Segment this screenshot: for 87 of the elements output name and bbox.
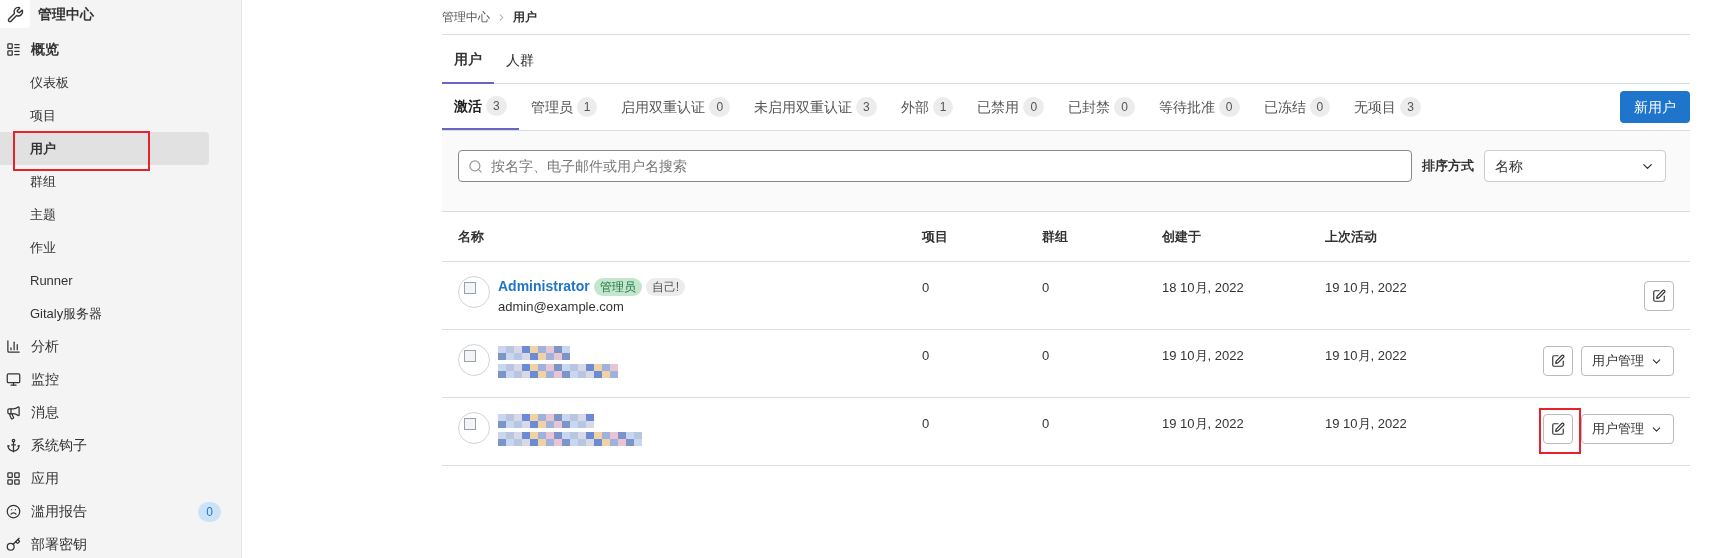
count-badge: 0 [709,97,731,117]
sidebar-item[interactable]: Runner [0,264,209,297]
count-badge: 1 [932,97,954,117]
table-cell-text: 19 10月, 2022 [1325,415,1408,433]
list-icon [6,42,21,57]
column-header: 群组 [1042,227,1069,246]
filter-tab[interactable]: 等待批准 0 [1146,84,1252,130]
user-email: admin@example.com [498,298,625,316]
edit-icon [1652,289,1666,303]
filter-tab[interactable]: 已封禁 0 [1056,84,1147,130]
count-badge: 3 [1400,97,1421,117]
edit-button[interactable] [1543,346,1573,376]
role-badge: 自己! [645,277,686,296]
search-field[interactable]: 按名字、电子邮件或用户名搜索 [458,150,1412,182]
column-header: 创建于 [1162,227,1202,246]
table-cell-text: 19 10月, 2022 [1162,415,1245,433]
megaphone-icon [6,405,21,420]
filter-tab[interactable]: 无项目 3 [1342,84,1433,130]
table-cell-text: 19 10月, 2022 [1162,347,1245,365]
edit-icon [1551,422,1565,436]
sort-select[interactable]: 名称 [1484,150,1666,182]
table-cell-text: 0 [922,415,931,433]
sidebar-item[interactable]: Gitaly服务器 [0,297,209,330]
breadcrumb-link[interactable]: 管理中心 [442,8,490,26]
avatar [458,412,490,444]
sort-label: 排序方式 [1422,157,1474,176]
role-badge: 管理员 [593,277,642,296]
table-cell-text: 0 [922,347,931,365]
monitor-icon [6,372,21,387]
wrench-icon [6,5,24,23]
edit-icon [1551,354,1565,368]
sidebar-item[interactable]: 监控 [0,363,241,396]
table-cell-text: 0 [1042,279,1051,297]
tab[interactable]: 人群 [494,36,546,84]
column-header: 名称 [457,227,485,246]
filter-tab[interactable]: 已冻结 0 [1251,84,1343,130]
key-icon [6,537,21,552]
sidebar-item[interactable]: 分析 [0,330,241,363]
column-header: 上次活动 [1325,227,1378,246]
user-management-dropdown[interactable]: 用户管理 [1581,414,1674,444]
table-cell-text: 0 [1042,347,1051,365]
sidebar-item[interactable]: 主题 [0,198,209,231]
sidebar-item[interactable]: 应用 [0,462,241,495]
edit-button[interactable] [1644,281,1674,311]
new-user-button[interactable]: 新用户 [1620,91,1690,123]
avatar [458,344,490,376]
sidebar-item[interactable]: 概览 [0,33,241,66]
filter-tab[interactable]: 启用双重认证 0 [609,84,743,130]
sidebar-item[interactable]: 消息 [0,396,241,429]
edit-button[interactable] [1543,414,1573,444]
count-badge: 3 [856,97,877,117]
sidebar-item[interactable]: 滥用报告 0 [0,495,241,528]
count-badge: 0 [1023,97,1045,117]
count-badge: 0 [1218,97,1240,117]
tab[interactable]: 用户 [442,36,494,84]
count-badge: 3 [486,96,507,116]
avatar [458,276,490,308]
grid-icon [6,471,21,486]
count-badge: 0 [1309,97,1331,117]
count-badge: 0 [1114,97,1135,117]
sidebar-item[interactable]: 仪表板 [0,66,209,99]
sidebar-item[interactable]: 用户 [0,132,209,165]
sidebar-title: 管理中心 [38,4,94,24]
sidebar-item[interactable]: 群组 [0,165,209,198]
filter-tab[interactable]: 已禁用 0 [965,84,1057,130]
sidebar-item[interactable]: 部署密钥 [0,528,241,558]
sad-face-icon [6,504,21,519]
table-cell-text: 18 10月, 2022 [1162,279,1245,297]
breadcrumb-current: 用户 [513,9,537,26]
sidebar-item[interactable]: 项目 [0,99,209,132]
table-cell-text: 19 10月, 2022 [1325,279,1408,297]
search-icon [468,159,483,174]
chart-icon [6,339,21,354]
count-badge: 0 [198,501,221,522]
anchor-icon [6,438,21,453]
filter-tab[interactable]: 外部 1 [888,84,966,130]
table-cell-text: 0 [922,279,931,297]
filter-tab[interactable]: 管理员 1 [518,84,610,130]
user-management-dropdown[interactable]: 用户管理 [1581,346,1674,376]
sidebar-item[interactable]: 作业 [0,231,209,264]
table-cell-text: 19 10月, 2022 [1325,347,1408,365]
table-cell-text: 0 [1042,415,1051,433]
user-name-link[interactable]: Administrator [498,276,590,297]
sidebar-item[interactable]: 系统钩子 [0,429,241,462]
count-badge: 1 [576,97,598,117]
column-header: 项目 [922,227,949,246]
filter-tab[interactable]: 未启用双重认证 3 [742,84,889,130]
